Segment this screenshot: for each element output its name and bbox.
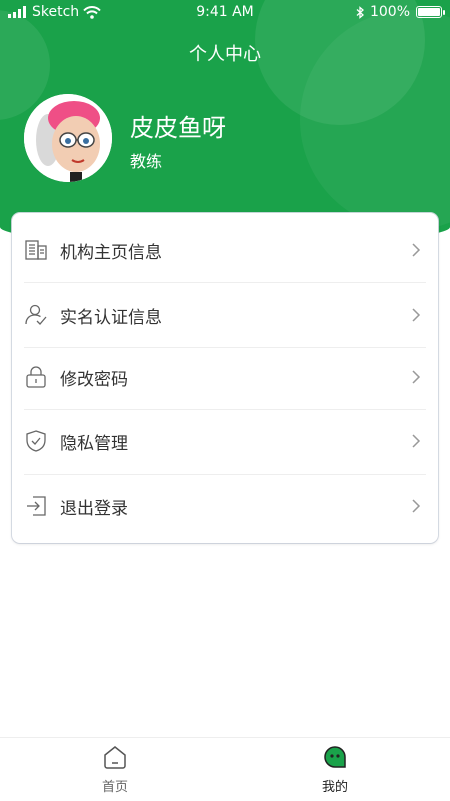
user-role: 教练 [130, 152, 163, 171]
menu-item-privacy[interactable]: 隐私管理 [12, 409, 438, 473]
chevron-right-icon [412, 499, 421, 513]
battery-icon [416, 6, 445, 18]
menu-item-logout[interactable]: 退出登录 [12, 474, 438, 538]
tab-label: 我的 [321, 780, 348, 795]
menu-item-label: 实名认证信息 [60, 307, 162, 328]
chevron-right-icon [412, 370, 421, 384]
tab-home[interactable]: 首页 [55, 744, 175, 795]
profile-face-icon [324, 746, 346, 768]
avatar-illustration [24, 94, 112, 182]
avatar[interactable] [24, 94, 112, 182]
tab-bar: 首页 我的 [0, 737, 450, 801]
status-bar: Sketch 9:41 AM 100% [0, 0, 450, 24]
user-verify-icon [25, 304, 47, 325]
tab-label: 首页 [101, 780, 128, 795]
menu-item-label: 隐私管理 [60, 433, 128, 454]
username: 皮皮鱼呀 [130, 114, 226, 142]
tab-mine[interactable]: 我的 [275, 744, 395, 795]
menu-item-real-name-verification[interactable]: 实名认证信息 [12, 283, 438, 347]
chevron-right-icon [412, 308, 421, 322]
menu-item-org-info[interactable]: 机构主页信息 [12, 218, 438, 282]
battery-percent: 100% [369, 4, 410, 20]
building-icon [25, 240, 47, 260]
menu-item-label: 修改密码 [60, 369, 128, 390]
chevron-right-icon [412, 243, 421, 257]
menu-item-label: 机构主页信息 [60, 242, 162, 263]
menu-item-label: 退出登录 [60, 498, 128, 519]
page-title: 个人中心 [189, 44, 261, 65]
menu-card: 机构主页信息 实名认证信息 修改密码 隐私管理 退出登录 [12, 213, 438, 543]
lock-icon [26, 366, 46, 388]
chevron-right-icon [412, 434, 421, 448]
logout-icon [27, 496, 46, 516]
menu-item-change-password[interactable]: 修改密码 [12, 345, 438, 409]
profile-header: Sketch 9:41 AM 100% 个人中心 皮皮鱼呀 教练 [0, 0, 450, 245]
home-icon [104, 746, 126, 769]
bluetooth-icon [356, 5, 364, 19]
shield-check-icon [26, 430, 46, 452]
